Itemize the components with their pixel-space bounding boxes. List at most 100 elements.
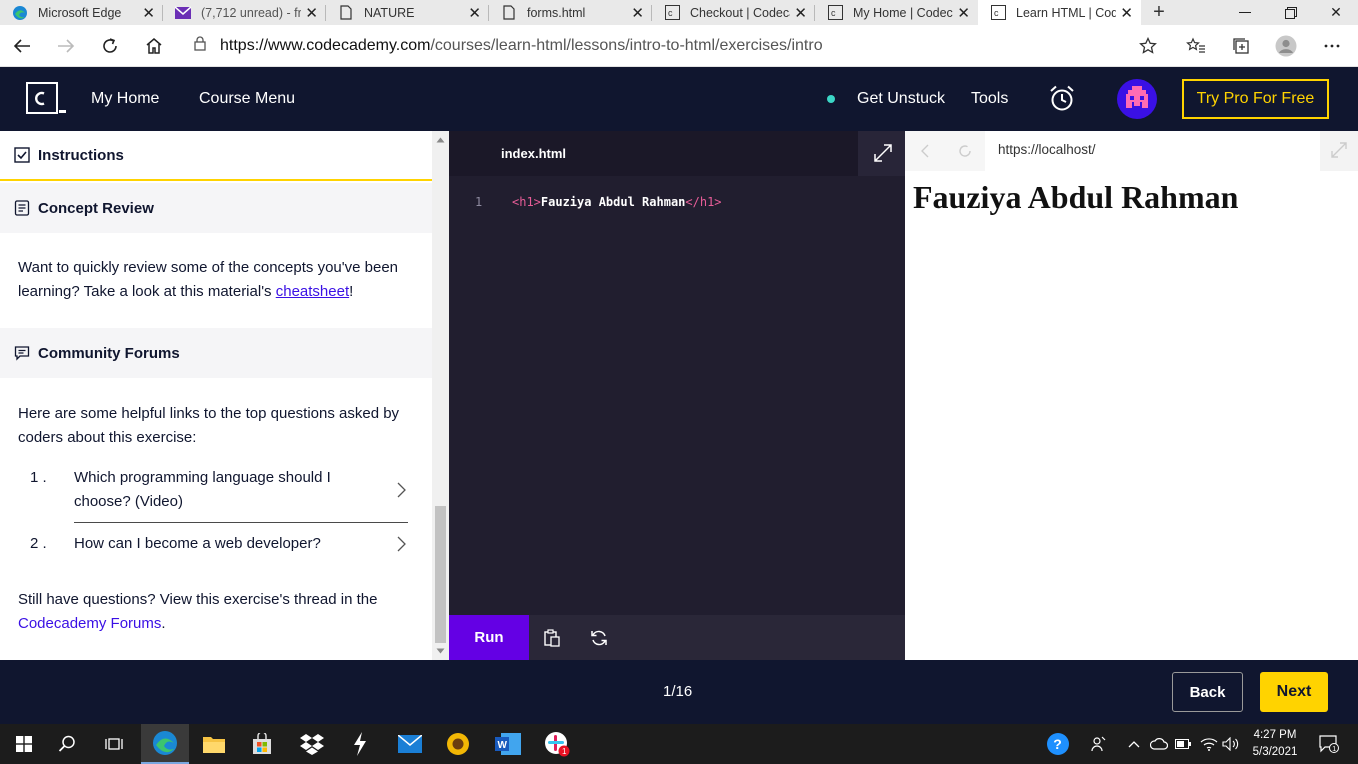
restore-icon[interactable]	[1268, 0, 1314, 25]
back-arrow-icon[interactable]	[8, 33, 36, 59]
chevron-right-icon	[397, 482, 406, 506]
dropbox-icon[interactable]	[288, 724, 336, 764]
exercise-progress: 1/16	[663, 683, 693, 700]
favorites-icon[interactable]	[1182, 33, 1210, 59]
user-avatar[interactable]	[1117, 79, 1157, 124]
codecademy-logo-icon[interactable]	[26, 82, 66, 116]
close-icon[interactable]: ✕	[1120, 4, 1133, 22]
question-text: Which programming language should I choo…	[74, 469, 331, 510]
file-explorer-icon[interactable]	[190, 724, 238, 764]
windows-start-icon[interactable]	[0, 724, 48, 764]
help-icon[interactable]: ?	[1044, 724, 1072, 764]
window-close-icon[interactable]: ✕	[1313, 0, 1358, 25]
instructions-scrollbar[interactable]	[432, 131, 449, 660]
file-tab-index-html[interactable]: index.html	[449, 131, 858, 176]
run-button[interactable]: Run	[449, 615, 529, 660]
address-bar[interactable]: https://www.codecademy.com/courses/learn…	[182, 31, 1172, 61]
browser-tab-my-home[interactable]: c My Home | Codeca ✕	[815, 0, 978, 25]
browser-tab-forms[interactable]: forms.html ✕	[489, 0, 652, 25]
code-line[interactable]: <h1>Fauziya Abdul Rahman</h1>	[512, 195, 722, 209]
forward-arrow-icon[interactable]	[52, 33, 80, 59]
preview-url[interactable]: https://localhost/	[998, 142, 1096, 157]
browser-tab-nature[interactable]: NATURE ✕	[326, 0, 489, 25]
alarm-clock-icon[interactable]	[1049, 85, 1075, 117]
svg-text:c: c	[831, 8, 836, 18]
try-pro-button[interactable]: Try Pro For Free	[1182, 79, 1329, 119]
people-icon[interactable]	[1087, 724, 1111, 764]
profile-avatar-icon[interactable]	[1272, 33, 1300, 59]
expand-editor-icon[interactable]	[873, 143, 895, 165]
more-options-icon[interactable]	[1318, 33, 1346, 59]
preview-expand[interactable]	[1320, 131, 1358, 171]
chat-bubble-icon	[14, 345, 30, 361]
svg-text:c: c	[668, 8, 673, 18]
browser-tab-edge[interactable]: Microsoft Edge ✕	[0, 0, 163, 25]
course-menu-link[interactable]: Course Menu	[199, 90, 295, 108]
svg-text:W: W	[498, 740, 508, 751]
search-icon[interactable]	[43, 724, 91, 764]
refresh-icon[interactable]	[96, 33, 124, 59]
close-icon[interactable]: ✕	[468, 4, 481, 22]
preview-back-icon[interactable]	[921, 144, 929, 158]
lock-icon	[194, 36, 206, 56]
expand-preview-icon	[1331, 142, 1347, 158]
concept-review-header[interactable]: Concept Review	[0, 183, 432, 233]
word-icon[interactable]: W	[484, 724, 532, 764]
browser-tab-label: Learn HTML | Cod	[1016, 5, 1116, 20]
chevron-up-icon[interactable]	[1125, 724, 1143, 764]
forum-question-item[interactable]: 1 . Which programming language should I …	[30, 466, 408, 516]
close-icon[interactable]: ✕	[142, 4, 155, 22]
preview-refresh-icon[interactable]	[957, 143, 973, 159]
reset-code-icon[interactable]	[589, 628, 609, 648]
favorite-star-icon[interactable]	[1134, 33, 1162, 59]
my-home-link[interactable]: My Home	[91, 90, 159, 108]
task-view-icon[interactable]	[90, 724, 138, 764]
browser-tab-mail[interactable]: (7,712 unread) - fr ✕	[163, 0, 326, 25]
close-icon[interactable]: ✕	[957, 4, 970, 22]
new-tab-plus-icon[interactable]: +	[1148, 0, 1170, 25]
forum-question-item[interactable]: 2 . How can I become a web developer?	[30, 532, 408, 558]
close-icon[interactable]: ✕	[631, 4, 644, 22]
edge-icon	[12, 5, 28, 21]
collections-icon[interactable]	[1227, 33, 1255, 59]
codecademy-forums-link[interactable]: Codecademy Forums	[18, 615, 161, 632]
store-icon[interactable]	[238, 724, 286, 764]
document-icon	[14, 200, 30, 216]
browser-tab-learn-html[interactable]: c Learn HTML | Cod ✕	[978, 0, 1141, 25]
sunflower-app-icon[interactable]	[434, 724, 482, 764]
forums-thread-text: Still have questions? View this exercise…	[18, 591, 378, 632]
slack-icon[interactable]: 1	[533, 724, 581, 764]
minimize-icon[interactable]	[1222, 0, 1268, 25]
page-icon	[501, 5, 517, 21]
battery-icon[interactable]	[1173, 724, 1193, 764]
browser-tab-checkout[interactable]: c Checkout | Codeca ✕	[652, 0, 815, 25]
community-forums-header[interactable]: Community Forums	[0, 328, 432, 378]
browser-toolbar: https://www.codecademy.com/courses/learn…	[0, 25, 1358, 67]
code-editor: index.html 1 <h1>Fauziya Abdul Rahman</h…	[449, 131, 905, 660]
codecademy-header: My Home Course Menu Get Unstuck Tools Tr…	[0, 67, 1358, 131]
home-icon[interactable]	[140, 33, 168, 59]
scroll-down-arrow-icon[interactable]	[436, 648, 445, 654]
cloud-sync-icon[interactable]	[1148, 724, 1170, 764]
get-unstuck-link[interactable]: Get Unstuck	[857, 90, 945, 108]
mail-icon	[175, 5, 191, 21]
close-icon[interactable]: ✕	[305, 4, 318, 22]
cheatsheet-link[interactable]: cheatsheet	[276, 283, 349, 300]
wifi-icon[interactable]	[1198, 724, 1220, 764]
instructions-header[interactable]: Instructions	[0, 131, 432, 181]
scroll-up-arrow-icon[interactable]	[436, 137, 445, 143]
back-button[interactable]: Back	[1172, 672, 1243, 712]
notifications-icon[interactable]: 1	[1314, 724, 1344, 764]
copy-clipboard-icon[interactable]	[542, 628, 562, 648]
volume-icon[interactable]	[1220, 724, 1242, 764]
edge-taskbar-icon[interactable]	[141, 724, 189, 764]
checkbox-icon	[14, 147, 30, 163]
next-button[interactable]: Next	[1260, 672, 1328, 712]
windows-taskbar: W 1 ? 4:27 PM 5/3/2021 1	[0, 724, 1358, 764]
scrollbar-thumb[interactable]	[435, 506, 446, 643]
tools-link[interactable]: Tools	[971, 90, 1008, 108]
system-clock[interactable]: 4:27 PM 5/3/2021	[1244, 727, 1306, 761]
mail-app-icon[interactable]	[386, 724, 434, 764]
close-icon[interactable]: ✕	[794, 4, 807, 22]
app-lightning-icon[interactable]	[336, 724, 384, 764]
